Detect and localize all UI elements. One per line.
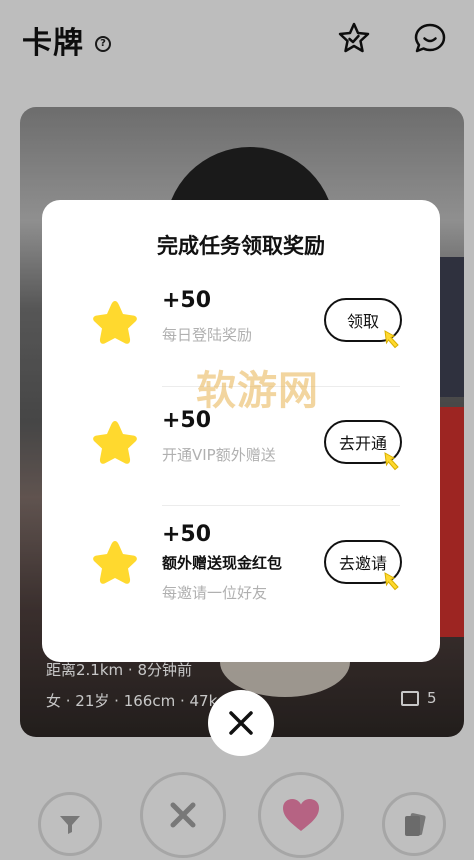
hand-pointer-icon — [384, 572, 399, 591]
task-invite-friend: +50 额外赠送现金红包 每邀请一位好友 去邀请 — [42, 522, 440, 632]
yellow-star-icon — [93, 421, 137, 464]
yellow-star-icon — [93, 301, 137, 344]
hand-pointer-icon — [384, 452, 399, 471]
task-description: 每邀请一位好友 — [162, 584, 268, 602]
task-subtitle: 额外赠送现金红包 — [162, 554, 283, 572]
task-points: +50 — [162, 288, 212, 313]
close-icon — [229, 711, 253, 735]
task-description: 开通VIP额外赠送 — [162, 446, 276, 464]
watermark: 软游网 — [196, 368, 319, 414]
close-modal-button[interactable] — [208, 690, 274, 756]
task-open-vip: +50 开通VIP额外赠送 去开通 — [42, 408, 440, 518]
modal-title: 完成任务领取奖励 — [157, 234, 325, 258]
task-description: 每日登陆奖励 — [162, 326, 253, 344]
divider — [162, 505, 400, 506]
hand-pointer-icon — [384, 330, 399, 349]
task-points: +50 — [162, 522, 212, 547]
task-reward-modal: 完成任务领取奖励 +50 每日登陆奖励 领取 +50 开通VIP额外赠送 去开通… — [42, 200, 440, 662]
yellow-star-icon — [93, 541, 137, 584]
